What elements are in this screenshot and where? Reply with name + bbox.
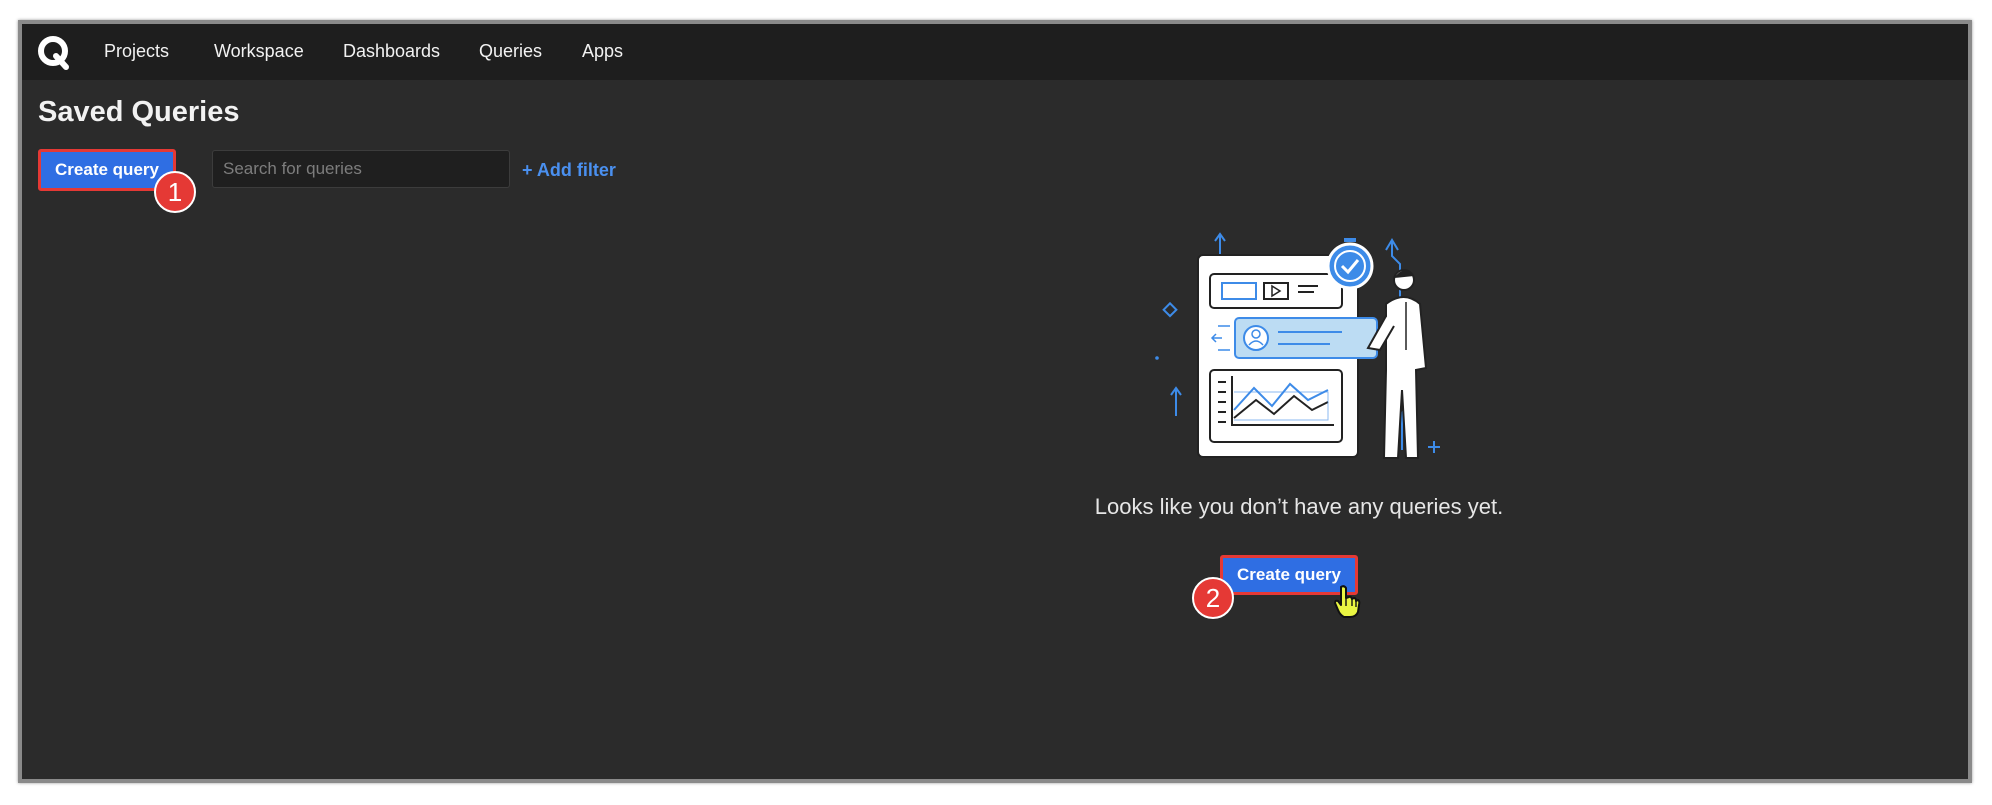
top-navbar: Projects Workspace Dashboards Queries Ap… [22, 24, 1968, 80]
page-title: Saved Queries [38, 96, 240, 128]
nav-item-dashboards[interactable]: Dashboards [343, 41, 440, 62]
app-window: Projects Workspace Dashboards Queries Ap… [18, 20, 1972, 783]
hand-pointer-cursor-icon [1332, 584, 1362, 620]
q-logo-icon[interactable] [36, 34, 72, 70]
add-filter-link[interactable]: + Add filter [522, 160, 616, 181]
empty-state-illustration [1122, 220, 1492, 470]
step-1-badge: 1 [154, 171, 196, 213]
nav-item-projects[interactable]: Projects [104, 41, 169, 62]
search-input[interactable] [212, 150, 510, 188]
empty-state-message: Looks like you don’t have any queries ye… [1094, 494, 1504, 519]
nav-item-apps[interactable]: Apps [582, 41, 623, 62]
nav-item-queries[interactable]: Queries [479, 41, 542, 62]
step-2-badge: 2 [1192, 577, 1234, 619]
nav-item-workspace[interactable]: Workspace [214, 41, 304, 62]
